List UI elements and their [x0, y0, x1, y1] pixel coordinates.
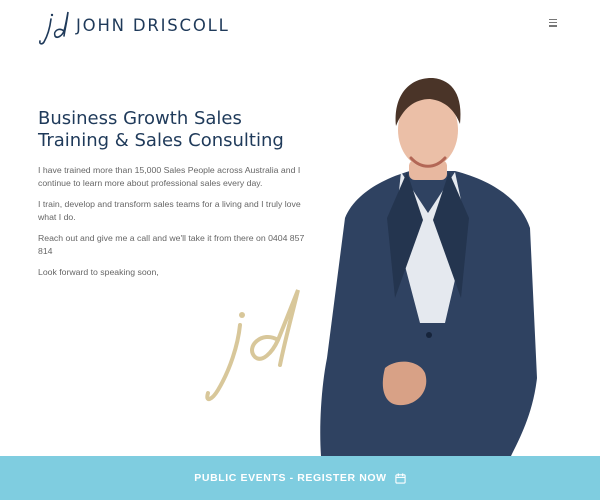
hero-paragraph-4: Look forward to speaking soon, — [38, 267, 159, 277]
hero-paragraph-2: I train, develop and transform sales tea… — [38, 199, 301, 222]
calendar-icon — [395, 472, 406, 484]
hero-paragraph-1: I have trained more than 15,000 Sales Pe… — [38, 165, 301, 188]
cta-label: PUBLIC EVENTS - REGISTER NOW — [194, 472, 387, 484]
signature-monogram-icon — [205, 289, 300, 402]
portrait-image — [320, 77, 537, 456]
logo-monogram-icon[interactable] — [37, 9, 77, 49]
hamburger-menu-icon[interactable] — [549, 19, 559, 29]
site-header: JOHN DRISCOLL — [0, 0, 600, 54]
site-logo-name[interactable]: JOHN DRISCOLL — [76, 16, 230, 35]
hero-title: Business Growth Sales Training & Sales C… — [38, 108, 284, 151]
hero-paragraph-3: Reach out and give me a call and we'll t… — [38, 233, 305, 256]
public-events-cta-bar[interactable]: PUBLIC EVENTS - REGISTER NOW — [0, 456, 600, 500]
hero-section: Business Growth Sales Training & Sales C… — [38, 108, 308, 288]
